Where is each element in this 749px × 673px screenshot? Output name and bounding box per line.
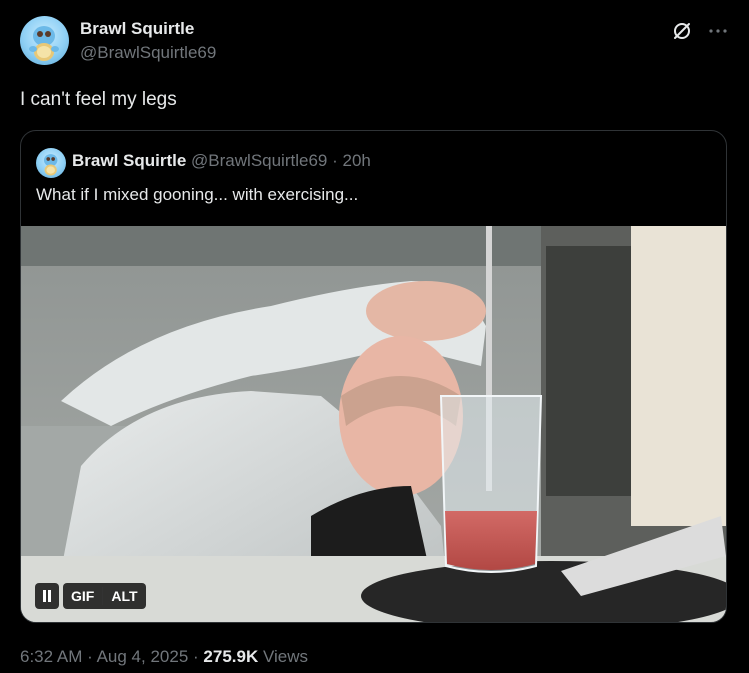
quote-time[interactable]: 20h xyxy=(343,151,371,170)
quote-separator: · xyxy=(332,151,338,170)
alt-button[interactable]: ALT xyxy=(103,583,145,609)
quote-meta: Brawl Squirtle @BrawlSquirtle69 · 20h xyxy=(72,150,371,172)
views-count[interactable]: 275.9K xyxy=(203,647,258,666)
gif-frame xyxy=(21,226,726,622)
quote-display-name[interactable]: Brawl Squirtle xyxy=(72,151,186,170)
quote-handle[interactable]: @BrawlSquirtle69 xyxy=(191,151,327,170)
post-header: Brawl Squirtle @BrawlSquirtle69 xyxy=(20,16,729,68)
views-label: Views xyxy=(262,647,309,666)
gif-badge: GIF xyxy=(71,588,95,604)
gif-alt-group: GIF ALT xyxy=(63,583,146,609)
gif-media[interactable]: GIF ALT xyxy=(21,226,726,622)
footer-separator-1: · xyxy=(87,647,93,666)
quote-text: What if I mixed gooning... with exercisi… xyxy=(36,185,359,204)
post-time[interactable]: 6:32 AM xyxy=(20,647,82,666)
post-text: I can't feel my legs xyxy=(20,89,177,110)
gif-controls: GIF ALT xyxy=(35,583,146,609)
quoted-post[interactable]: Brawl Squirtle @BrawlSquirtle69 · 20h Wh… xyxy=(20,130,727,623)
avatar[interactable] xyxy=(20,16,69,65)
author-handle[interactable]: @BrawlSquirtle69 xyxy=(80,42,216,64)
post: Brawl Squirtle @BrawlSquirtle69 I can't … xyxy=(0,0,749,673)
author-names: Brawl Squirtle @BrawlSquirtle69 xyxy=(80,18,216,64)
more-icon[interactable] xyxy=(707,20,729,42)
footer-separator-2: · xyxy=(193,647,199,666)
post-footer: 6:32 AM · Aug 4, 2025 · 275.9K Views xyxy=(20,646,308,668)
author-display-name[interactable]: Brawl Squirtle xyxy=(80,18,216,40)
quote-avatar[interactable] xyxy=(36,148,66,178)
grok-icon[interactable] xyxy=(671,20,693,42)
pause-icon[interactable] xyxy=(35,583,59,609)
post-date[interactable]: Aug 4, 2025 xyxy=(97,647,189,666)
